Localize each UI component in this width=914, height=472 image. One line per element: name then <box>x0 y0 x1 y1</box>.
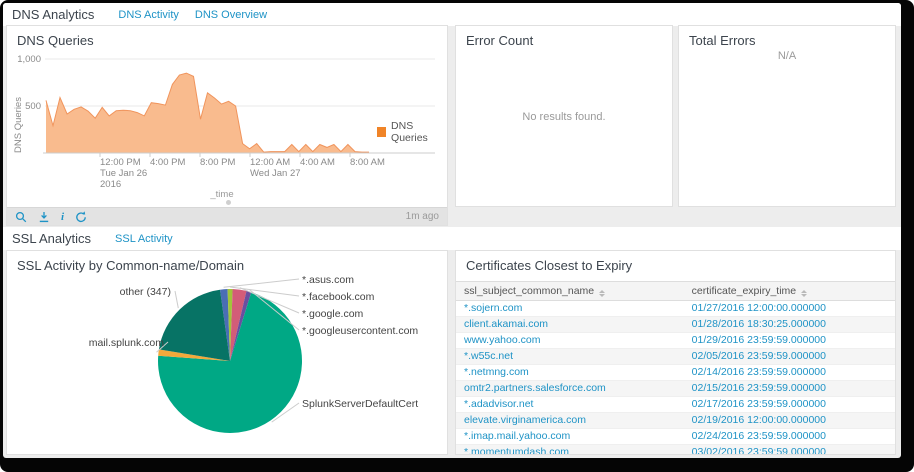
total-errors-panel: Total Errors N/A <box>678 25 896 207</box>
cert-common-name-cell[interactable]: *.adadvisor.net <box>456 397 684 413</box>
cert-common-name-cell[interactable]: client.akamai.com <box>456 317 684 333</box>
dns-queries-panel: DNS Queries 1,000 500 DNS Queries 12:00 … <box>6 25 448 226</box>
column-header-certificate_expiry_time[interactable]: certificate_expiry_time <box>684 282 895 301</box>
ssl-tab-ssl-activity[interactable]: SSL Activity <box>115 233 173 245</box>
pie-label--google-com: *.google.com <box>302 308 363 320</box>
x-axis-tick-label: 8:00 PM <box>200 157 235 168</box>
pie-slice-other-347-[interactable] <box>159 290 230 361</box>
table-row[interactable]: *.adadvisor.net02/17/2016 23:59:59.00000… <box>456 397 895 413</box>
ssl-section-title: SSL Analytics <box>12 231 91 246</box>
cert-common-name-cell[interactable]: *.w55c.net <box>456 349 684 365</box>
dns-section-title: DNS Analytics <box>12 7 94 22</box>
legend-label: DNS Queries <box>391 120 447 144</box>
download-icon[interactable] <box>38 211 50 223</box>
cert-expiry-time-cell[interactable]: 01/28/2016 18:30:25.000000 <box>684 317 895 333</box>
dns-section-header: DNS Analytics DNS Activity DNS Overview <box>3 3 901 26</box>
table-row[interactable]: *.imap.mail.yahoo.com02/24/2016 23:59:59… <box>456 429 895 445</box>
column-header-ssl_subject_common_name[interactable]: ssl_subject_common_name <box>456 282 684 301</box>
cert-common-name-cell[interactable]: omtr2.partners.salesforce.com <box>456 381 684 397</box>
table-row[interactable]: omtr2.partners.salesforce.com02/15/2016 … <box>456 381 895 397</box>
table-row[interactable]: www.yahoo.com01/29/2016 23:59:59.000000 <box>456 333 895 349</box>
cert-expiry-time-cell[interactable]: 01/29/2016 23:59:59.000000 <box>684 333 895 349</box>
splunk-dashboard: DNS Analytics DNS Activity DNS Overview D… <box>3 3 901 458</box>
ssl-tabs: SSL Activity <box>115 233 173 245</box>
cert-table-panel: Certificates Closest to Expiry ssl_subje… <box>455 250 896 455</box>
pie-label-splunkserverdefaultcert: SplunkServerDefaultCert <box>302 398 418 410</box>
cert-expiry-time-cell[interactable]: 01/27/2016 12:00:00.000000 <box>684 301 895 317</box>
table-row[interactable]: *.momentumdash.com03/02/2016 23:59:59.00… <box>456 445 895 456</box>
table-row[interactable]: elevate.virginamerica.com02/19/2016 12:0… <box>456 413 895 429</box>
info-icon[interactable]: i <box>61 211 64 223</box>
refresh-icon[interactable] <box>75 211 87 223</box>
y-axis-title: DNS Queries <box>13 97 24 153</box>
cert-common-name-cell[interactable]: *.netmng.com <box>456 365 684 381</box>
x-axis-tick-label: 4:00 PM <box>150 157 185 168</box>
x-axis-tick-label: 12:00 AMWed Jan 27 <box>250 157 301 179</box>
cert-expiry-time-cell[interactable]: 02/05/2016 23:59:59.000000 <box>684 349 895 365</box>
no-results-message: No results found. <box>456 111 672 123</box>
dns-queries-area-series[interactable] <box>46 73 369 153</box>
error-count-panel: Error Count No results found. <box>455 25 673 207</box>
cert-expiry-time-cell[interactable]: 03/02/2016 23:59:59.000000 <box>684 445 895 456</box>
cert-expiry-time-cell[interactable]: 02/17/2016 23:59:59.000000 <box>684 397 895 413</box>
x-axis-tick-label: 12:00 PMTue Jan 262016 <box>100 157 147 190</box>
x-axis-tick-label: 8:00 AM <box>350 157 385 168</box>
last-updated: 1m ago <box>406 211 439 222</box>
dns-tab-dns-overview[interactable]: DNS Overview <box>195 9 267 21</box>
panel-toolbar: i 1m ago <box>7 207 447 225</box>
ssl-pie-panel: SSL Activity by Common-name/Domain *.asu… <box>6 250 448 455</box>
x-axis-title: _time <box>7 189 437 200</box>
dns-queries-panel-title: DNS Queries <box>17 33 94 48</box>
cert-expiry-time-cell[interactable]: 02/24/2016 23:59:59.000000 <box>684 429 895 445</box>
cert-expiry-time-cell[interactable]: 02/15/2016 23:59:59.000000 <box>684 381 895 397</box>
total-errors-value: N/A <box>679 50 895 62</box>
pie-label-other-347-: other (347) <box>120 286 171 298</box>
dns-tabs: DNS Activity DNS Overview <box>118 9 267 21</box>
cert-expiry-time-cell[interactable]: 02/19/2016 12:00:00.000000 <box>684 413 895 429</box>
cert-common-name-cell[interactable]: elevate.virginamerica.com <box>456 413 684 429</box>
dns-area-chart <box>7 51 443 165</box>
error-count-title: Error Count <box>466 33 533 48</box>
pie-label--googleusercontent-com: *.googleusercontent.com <box>302 325 418 337</box>
total-errors-title: Total Errors <box>689 33 755 48</box>
pie-label--facebook-com: *.facebook.com <box>302 291 374 303</box>
ssl-pie-title: SSL Activity by Common-name/Domain <box>17 258 244 273</box>
panel-resize-handle[interactable] <box>226 200 231 205</box>
sort-icon <box>801 290 807 297</box>
table-row[interactable]: *.netmng.com02/14/2016 23:59:59.000000 <box>456 365 895 381</box>
dns-tab-dns-activity[interactable]: DNS Activity <box>118 9 179 21</box>
sort-icon <box>599 290 605 297</box>
table-row[interactable]: *.w55c.net02/05/2016 23:59:59.000000 <box>456 349 895 365</box>
cert-expiry-time-cell[interactable]: 02/14/2016 23:59:59.000000 <box>684 365 895 381</box>
pie-label-mail-splunk-com: mail.splunk.com <box>89 337 164 349</box>
ssl-pie-chart <box>7 251 448 455</box>
chart-legend-item[interactable]: DNS Queries <box>377 120 447 144</box>
table-row[interactable]: client.akamai.com01/28/2016 18:30:25.000… <box>456 317 895 333</box>
magnifier-icon[interactable] <box>15 211 27 223</box>
cert-common-name-cell[interactable]: *.imap.mail.yahoo.com <box>456 429 684 445</box>
cert-table-title: Certificates Closest to Expiry <box>466 258 632 273</box>
cert-common-name-cell[interactable]: www.yahoo.com <box>456 333 684 349</box>
ssl-section-header: SSL Analytics SSL Activity <box>3 227 901 250</box>
screenshot-frame: DNS Analytics DNS Activity DNS Overview D… <box>0 0 914 472</box>
x-axis-tick-label: 4:00 AM <box>300 157 335 168</box>
legend-swatch <box>377 127 386 137</box>
y-axis-tick-1000: 1,000 <box>7 54 41 65</box>
cert-table: ssl_subject_common_namecertificate_expir… <box>456 281 895 455</box>
cert-common-name-cell[interactable]: *.sojern.com <box>456 301 684 317</box>
x-axis-labels: 12:00 PMTue Jan 2620164:00 PM 8:00 PM 12:0… <box>7 157 448 191</box>
cert-common-name-cell[interactable]: *.momentumdash.com <box>456 445 684 456</box>
pie-label--asus-com: *.asus.com <box>302 274 354 286</box>
table-row[interactable]: *.sojern.com01/27/2016 12:00:00.000000 <box>456 301 895 317</box>
